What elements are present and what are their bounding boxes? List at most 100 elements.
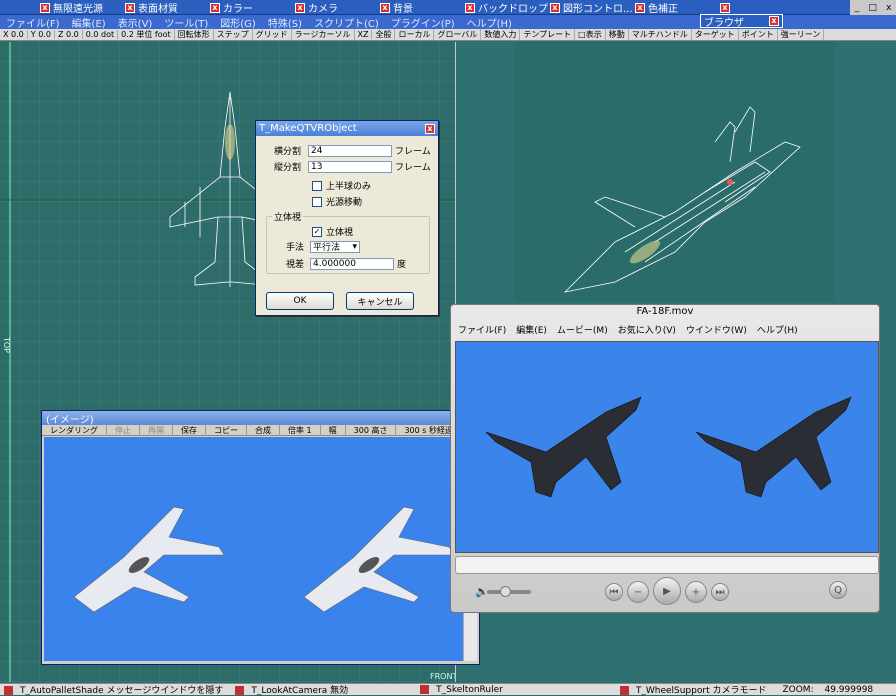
viewport-top-label: TOP [2,337,11,354]
menu-script[interactable]: スクリプト(C) [308,15,385,30]
dot-field[interactable]: 0.0 dot [83,30,119,39]
toolbar-item[interactable]: 移動 [606,29,629,40]
cancel-button[interactable]: キャンセル [346,292,414,310]
width-field[interactable]: 幅 [321,424,346,436]
toolbar-item[interactable]: 回転体形 [175,29,214,40]
unit-select[interactable]: foot [155,30,171,39]
close-icon[interactable]: x [550,2,560,13]
toolbar-item[interactable]: 数値入力 [481,29,521,40]
browser-palette-tab[interactable]: ブラウザ x [700,14,783,29]
toolbar-item[interactable]: グローバル [434,29,482,40]
toolbar-item[interactable]: □表示 [575,29,606,40]
toolbar-item[interactable]: テンプレート [520,29,576,40]
menu-view[interactable]: 表示(V) [112,15,159,30]
move-light-checkbox[interactable]: 光源移動 [312,195,362,208]
save-button[interactable]: 保存 [173,424,206,436]
toolbar-item[interactable]: 強ーリーン [778,29,825,40]
palette-tab-color-correction[interactable]: x 色補正 [635,1,678,15]
step-forward-icon[interactable]: ⏭ [711,583,729,601]
toolbar-item[interactable]: XZ [355,30,373,39]
menu-edit[interactable]: 編集(E) [66,15,112,30]
render-button[interactable]: レンダリング [42,424,107,436]
toolbar-item[interactable]: マルチハンドル [629,29,692,40]
zoom-select[interactable]: 倍率 1 [280,424,321,436]
v-div-label: 縦分割 [274,163,302,173]
maximize-icon[interactable]: □ [868,3,877,13]
checkbox-checked-icon[interactable]: ✓ [312,226,322,237]
toolbar-item[interactable]: ターゲット [692,29,739,40]
palette-tab-background[interactable]: x 背景 [380,1,413,15]
play-icon[interactable]: ▶ [653,577,681,605]
checkbox-box[interactable] [312,180,322,191]
menu-tools[interactable]: ツール(T) [158,15,214,30]
h-div-input[interactable]: 24 [308,144,392,157]
menu-help[interactable]: ヘルプ(H) [461,15,518,30]
toolbar-item[interactable]: グリッド [253,29,292,40]
close-icon[interactable]: x [425,123,435,134]
resume-button[interactable]: 再開 [140,424,173,436]
qt-menu-file[interactable]: ファイル(F) [453,323,511,336]
qt-menu-window[interactable]: ウインドウ(W) [681,323,752,336]
palette-tab-blank[interactable]: x [720,1,730,14]
toolbar-item[interactable]: ローカル [395,29,435,40]
close-icon[interactable]: x [465,2,475,13]
stop-button[interactable]: 停止 [107,424,140,436]
move-light-label: 光源移動 [326,198,363,208]
menu-file[interactable]: ファイル(F) [0,15,66,30]
rewind-icon[interactable]: − [627,581,649,603]
menu-shape[interactable]: 図形(G) [214,15,262,30]
method-select[interactable]: 平行法 ▾ [310,240,360,253]
qt-menu-favorites[interactable]: お気に入り(V) [613,323,681,336]
toolbar-item[interactable]: 全般 [372,29,396,40]
step-back-icon[interactable]: ⏮ [605,583,623,601]
stereo-checkbox[interactable]: ✓ 立体視 [312,225,353,238]
copy-button[interactable]: コピー [206,424,247,436]
upper-only-checkbox[interactable]: 上半球のみ [312,179,371,192]
palette-tab-shape-control[interactable]: x 図形コントロ... [550,1,633,15]
palette-tab-color[interactable]: x カラー [210,1,253,15]
z-coordinate[interactable]: Z 0.0 [55,30,83,39]
status-item-wheel-support[interactable]: T_WheelSupport カメラモード [616,683,775,696]
menu-special[interactable]: 特殊(S) [262,15,308,30]
ok-button[interactable]: OK [266,292,334,310]
close-icon[interactable]: x [769,16,779,26]
palette-tab-label: 色補正 [648,4,678,15]
volume-slider-handle[interactable] [499,586,511,597]
palette-tab-backdrop[interactable]: x バックドロップ [465,1,548,15]
checkbox-box[interactable] [312,196,322,207]
status-item-auto-pallet[interactable]: T_AutoPalletShade メッセージウインドウを隠す [0,683,231,696]
fast-forward-icon[interactable]: + [685,581,707,603]
toolbar-item[interactable]: ラージカーソル [292,29,355,40]
disparity-input[interactable]: 4.000000 [310,257,394,270]
unit-field[interactable]: 0.2 単位 foot [118,29,175,40]
x-value: 0.0 [11,30,24,39]
method-value: 平行法 [313,243,341,253]
x-coordinate[interactable]: X 0.0 [0,30,28,39]
status-item-label: T_SkeltonRuler [436,684,503,695]
close-icon[interactable]: x [295,2,305,13]
y-coordinate[interactable]: Y 0.0 [28,30,55,39]
close-icon[interactable]: x [40,2,50,13]
close-icon[interactable]: x [210,2,220,13]
qt-menu-movie[interactable]: ムービー(M) [552,323,613,336]
composite-button[interactable]: 合成 [247,424,280,436]
palette-tab-surface[interactable]: x 表面材質 [125,1,178,15]
close-icon[interactable]: x [125,2,135,13]
height-field[interactable]: 300 高さ [346,424,397,436]
close-icon[interactable]: x [720,2,730,13]
toolbar-item[interactable]: ポイント [739,29,778,40]
palette-tab-camera[interactable]: x カメラ [295,1,338,15]
close-icon[interactable]: x [380,2,390,13]
v-div-input[interactable]: 13 [308,160,392,173]
minimize-icon[interactable]: _ [855,3,860,13]
h-div-unit: フレーム [395,147,431,157]
status-item-look-at-camera[interactable]: T_LookAtCamera 無効 [231,683,356,696]
palette-tab-infinite-light[interactable]: x 無限遠光源 [40,1,103,15]
status-item-skeleton-ruler[interactable]: T_SkeltonRuler [416,684,511,695]
close-icon[interactable]: x [635,2,645,13]
toolbar-item[interactable]: ステップ [214,29,253,40]
qt-menu-edit[interactable]: 編集(E) [511,323,552,336]
qt-menu-help[interactable]: ヘルプ(H) [752,323,803,336]
close-window-icon[interactable]: x [886,3,891,13]
menu-plugin[interactable]: プラグイン(P) [385,15,461,30]
